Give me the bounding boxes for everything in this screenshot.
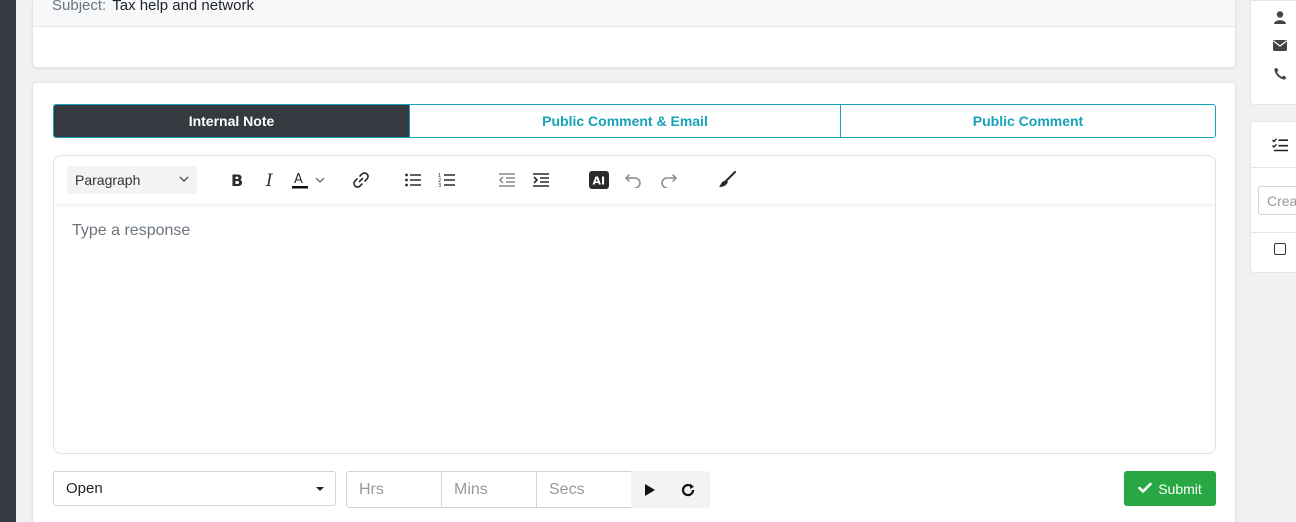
play-icon[interactable]	[631, 471, 669, 508]
svg-text:A: A	[294, 172, 303, 187]
block-format-select[interactable]: Paragraph	[67, 166, 197, 194]
editor-placeholder: Type a response	[72, 222, 191, 239]
status-select[interactable]: Open	[53, 471, 336, 506]
checklist-icon[interactable]	[1272, 137, 1288, 153]
tasks-divider-2	[1251, 232, 1296, 233]
chevron-down-icon	[178, 172, 190, 188]
editor-content-area[interactable]: Type a response	[54, 204, 1215, 258]
svg-text:I: I	[265, 172, 273, 188]
hours-input[interactable]: Hrs	[346, 471, 442, 508]
numbered-list-icon[interactable]: 123	[433, 166, 461, 194]
rich-text-editor: Paragraph B I A 1 2 3 AI Type a response	[53, 155, 1216, 454]
tab-public-comment[interactable]: Public Comment	[840, 105, 1215, 137]
subject-label: Subject:	[52, 0, 107, 14]
seconds-placeholder: Secs	[549, 480, 585, 498]
subject-row: Subject: Tax help and network	[33, 0, 1235, 27]
caret-down-icon	[315, 480, 325, 497]
outdent-icon[interactable]	[493, 166, 521, 194]
reply-type-tabs: Internal Note Public Comment & Email Pub…	[53, 104, 1216, 138]
timer-controls	[631, 471, 710, 508]
phone-icon[interactable]	[1272, 66, 1288, 82]
block-format-value: Paragraph	[75, 172, 141, 188]
status-value: Open	[66, 480, 103, 497]
reset-icon[interactable]	[669, 471, 707, 508]
envelope-icon[interactable]	[1272, 37, 1288, 53]
left-sidebar-strip	[0, 0, 16, 522]
undo-icon[interactable]	[619, 166, 647, 194]
minutes-placeholder: Mins	[454, 480, 488, 498]
hours-placeholder: Hrs	[359, 480, 384, 498]
svg-text:3: 3	[438, 183, 441, 188]
tasks-divider	[1251, 167, 1296, 168]
check-icon	[1138, 481, 1153, 497]
reply-card: Internal Note Public Comment & Email Pub…	[32, 82, 1236, 522]
submit-button[interactable]: Submit	[1124, 471, 1216, 506]
create-task-placeholder: Crea	[1267, 192, 1296, 209]
seconds-input[interactable]: Secs	[536, 471, 632, 508]
reply-footer: Open Hrs Mins Secs Submit	[53, 471, 1216, 508]
redo-icon[interactable]	[655, 166, 683, 194]
clear-format-icon[interactable]	[713, 166, 741, 194]
bold-icon[interactable]: B	[223, 166, 251, 194]
link-icon[interactable]	[347, 166, 375, 194]
editor-toolbar: Paragraph B I A 1 2 3 AI	[54, 156, 1215, 204]
bullet-list-icon[interactable]	[399, 166, 427, 194]
ai-icon-label: AI	[593, 175, 606, 188]
submit-label: Submit	[1158, 480, 1202, 497]
create-task-input[interactable]: Crea	[1258, 186, 1296, 215]
user-icon[interactable]	[1272, 9, 1288, 25]
subject-value: Tax help and network	[112, 0, 254, 14]
ai-icon[interactable]: AI	[585, 166, 613, 194]
text-color-dropdown-icon[interactable]	[311, 166, 329, 194]
minutes-input[interactable]: Mins	[441, 471, 537, 508]
svg-text:B: B	[231, 172, 243, 188]
italic-icon[interactable]: I	[257, 166, 285, 194]
text-color-icon[interactable]: A	[289, 166, 311, 194]
subject-card: Subject: Tax help and network	[32, 0, 1236, 68]
indent-icon[interactable]	[527, 166, 555, 194]
task-checkbox[interactable]	[1274, 243, 1286, 255]
tab-internal-note[interactable]: Internal Note	[54, 105, 409, 137]
tab-public-comment-email[interactable]: Public Comment & Email	[409, 105, 840, 137]
